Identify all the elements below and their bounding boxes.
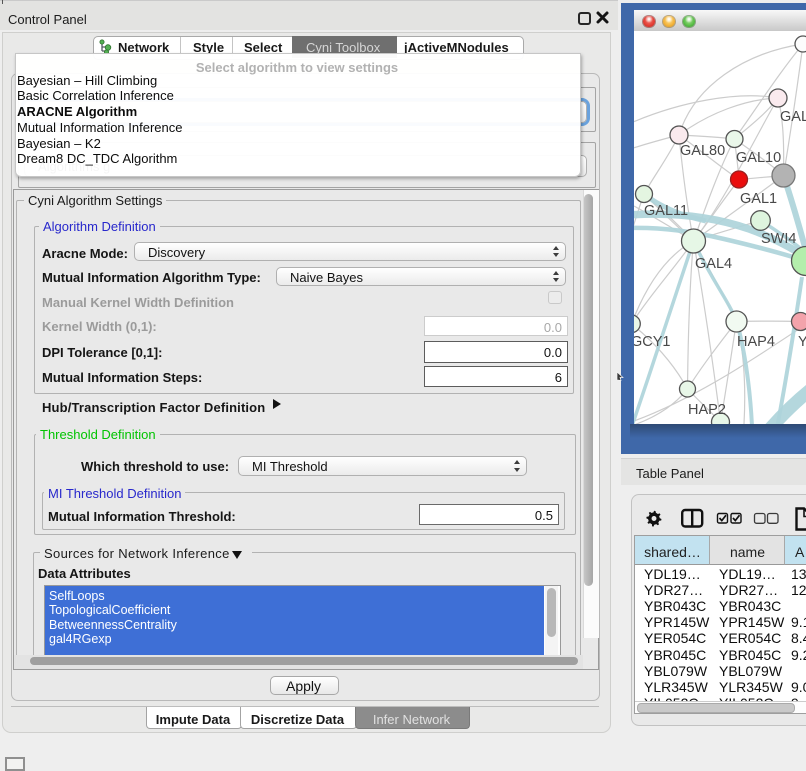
svg-text:Y: Y (798, 334, 806, 350)
svg-text:GCY1: GCY1 (634, 334, 671, 350)
svg-text:GAL4: GAL4 (695, 256, 732, 272)
svg-text:SWI4: SWI4 (761, 231, 796, 247)
svg-text:GAL1: GAL1 (740, 191, 777, 207)
svg-text:HAP2: HAP2 (688, 402, 726, 418)
svg-text:GAL10: GAL10 (736, 150, 781, 166)
svg-text:GAL8: GAL8 (780, 109, 806, 125)
svg-text:GAL80: GAL80 (680, 143, 725, 159)
svg-text:HAP4: HAP4 (737, 334, 775, 350)
svg-text:GAL11: GAL11 (644, 203, 688, 219)
